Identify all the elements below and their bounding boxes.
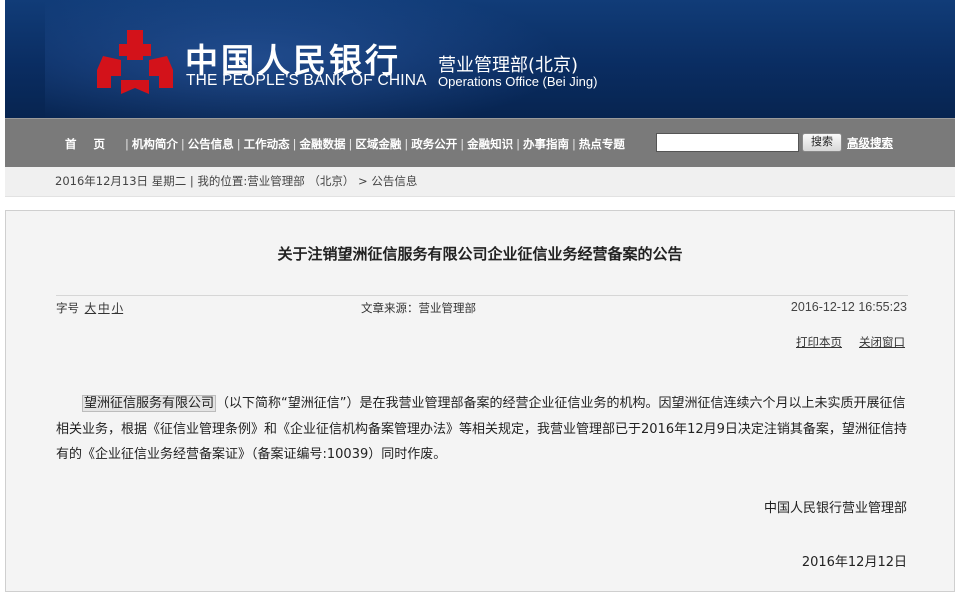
site-header: 中国人民银行 THE PEOPLE'S BANK OF CHINA 营业管理部(… [5, 0, 955, 118]
nav-item-topics[interactable]: 热点专题 [579, 136, 625, 152]
article-date: 2016-12-12 16:55:23 [790, 300, 907, 314]
nav-item-news[interactable]: 工作动态 [244, 136, 290, 152]
breadcrumb-text: 2016年12月13日 星期二 | 我的位置:营业管理部 （北京） > 公告信息 [55, 174, 418, 188]
bank-name-en: THE PEOPLE'S BANK OF CHINA [186, 72, 427, 89]
divider [56, 295, 908, 296]
nav-separator: | [292, 136, 297, 151]
article-body: 望洲征信服务有限公司 （以下简称“望洲征信”）是在我营业管理部备案的经营企业征信业… [56, 391, 908, 468]
nav-item-regional[interactable]: 区域金融 [355, 136, 401, 152]
nav-separator: | [348, 136, 353, 151]
nav-item-guide[interactable]: 办事指南 [523, 136, 569, 152]
nav-items: 首页 | 机构简介 | 公告信息 | 工作动态 | 金融数据 | 区域金融 | … [65, 119, 625, 168]
font-size-control: 字号 大中小 [56, 300, 123, 316]
company-name-highlight: 望洲征信服务有限公司 [82, 395, 217, 412]
dept-name-en: Operations Office (Bei Jing) [438, 74, 598, 89]
nav-separator: | [125, 136, 129, 151]
nav-item-about[interactable]: 机构简介 [132, 136, 178, 152]
font-size-medium[interactable]: 中 [98, 301, 110, 315]
close-window-link[interactable]: 关闭窗口 [859, 334, 905, 350]
breadcrumb: 2016年12月13日 星期二 | 我的位置:营业管理部 （北京） > 公告信息 [5, 167, 955, 197]
nav-item-home[interactable]: 首页 [65, 136, 122, 152]
nav-separator: | [460, 136, 465, 151]
nav-separator: | [516, 136, 520, 151]
advanced-search-link[interactable]: 高级搜索 [847, 135, 893, 151]
nav-item-gov[interactable]: 政务公开 [411, 136, 457, 152]
print-page-link[interactable]: 打印本页 [796, 334, 842, 350]
font-size-small[interactable]: 小 [112, 301, 124, 315]
signature-date: 2016年12月12日 [801, 555, 907, 570]
nav-separator: | [236, 136, 241, 151]
search-input[interactable] [656, 133, 799, 152]
signature-org: 中国人民银行营业管理部 [763, 501, 907, 516]
nav-item-notices[interactable]: 公告信息 [188, 136, 234, 152]
font-size-label: 字号 [56, 301, 79, 315]
pboc-logo-icon [97, 30, 173, 94]
font-size-large[interactable]: 大 [85, 301, 97, 315]
article-source: 文章来源：营业管理部 [361, 301, 476, 315]
main-nav: 首页 | 机构简介 | 公告信息 | 工作动态 | 金融数据 | 区域金融 | … [5, 118, 955, 168]
search-button[interactable]: 搜索 [802, 133, 842, 152]
nav-separator: | [404, 136, 409, 151]
article-title: 关于注销望洲征信服务有限公司企业征信业务经营备案的公告 [277, 245, 683, 263]
nav-item-knowledge[interactable]: 金融知识 [467, 136, 513, 152]
article-panel: 关于注销望洲征信服务有限公司企业征信业务经营备案的公告 字号 大中小 文章来源：… [5, 210, 955, 592]
nav-item-data[interactable]: 金融数据 [300, 136, 346, 152]
nav-separator: | [180, 136, 185, 151]
nav-separator: | [572, 136, 576, 151]
